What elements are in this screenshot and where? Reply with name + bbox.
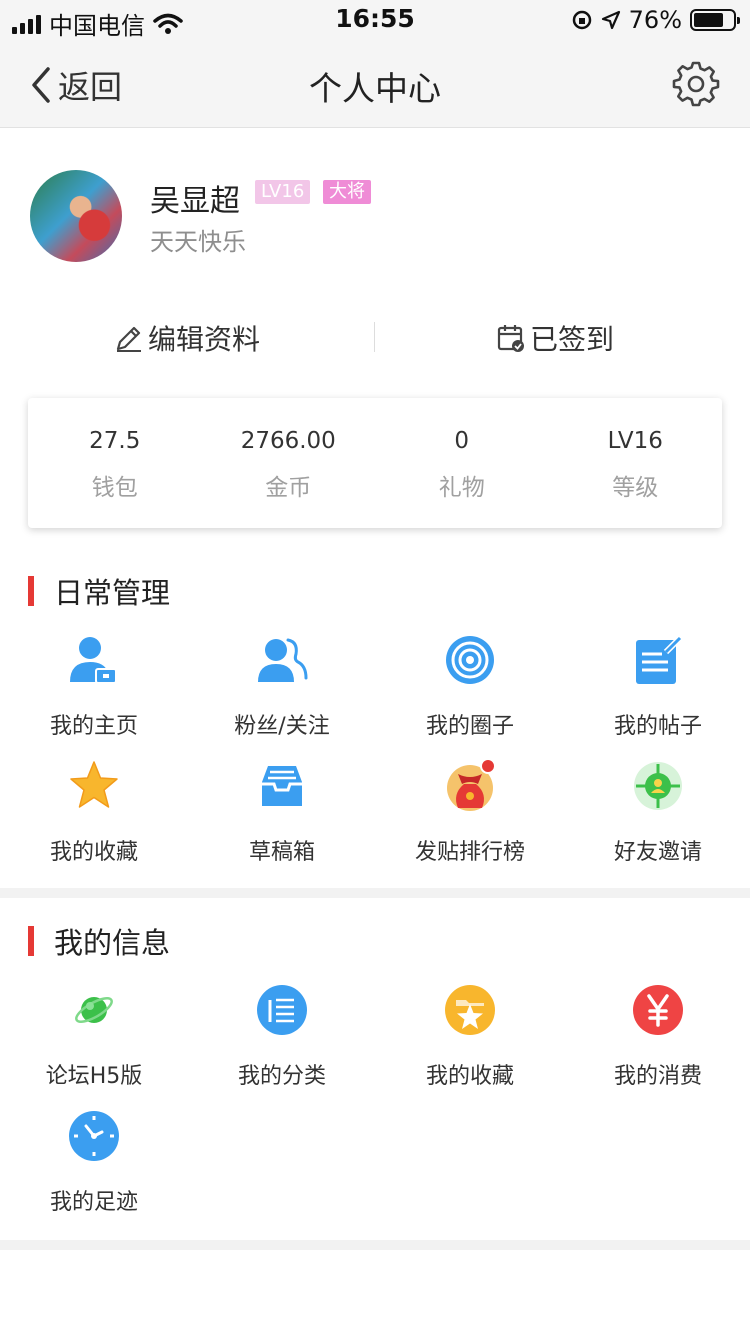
post-edit-icon bbox=[636, 635, 683, 684]
stat-value: LV16 bbox=[607, 428, 663, 454]
menu-my-posts[interactable]: 我的帖子 bbox=[564, 628, 750, 754]
planet-icon bbox=[75, 997, 113, 1023]
section-title-text: 我的信息 bbox=[54, 926, 171, 960]
pencil-icon bbox=[116, 326, 141, 352]
navigation-bar: 返回 个人中心 bbox=[0, 40, 750, 128]
menu-label: 我的消费 bbox=[613, 1064, 702, 1089]
menu-label: 我的主页 bbox=[49, 714, 138, 739]
profile-actions: 编辑资料 已签到 bbox=[0, 308, 750, 368]
menu-label: 我的收藏 bbox=[425, 1064, 514, 1089]
menu-post-ranking[interactable]: 发贴排行榜 bbox=[376, 754, 564, 880]
menu-label: 论坛H5版 bbox=[45, 1064, 143, 1089]
menu-label: 我的收藏 bbox=[49, 840, 138, 865]
profile-section: 吴显超 LV16 大将 天天快乐 编辑资料 已签到 bbox=[0, 128, 750, 388]
stat-label: 金币 bbox=[265, 475, 312, 501]
stat-value: 27.5 bbox=[89, 428, 141, 454]
menu-label: 粉丝/关注 bbox=[234, 714, 330, 739]
menu-label: 草稿箱 bbox=[248, 840, 315, 865]
stats-card: 27.5 钱包 2766.00 金币 0 礼物 LV16 等级 bbox=[28, 398, 722, 528]
checkin-button[interactable]: 已签到 bbox=[496, 308, 614, 368]
page-title: 个人中心 bbox=[309, 69, 441, 108]
circle-icon bbox=[446, 636, 494, 684]
edit-profile-button[interactable]: 编辑资料 bbox=[114, 308, 260, 368]
invite-target-icon bbox=[634, 762, 682, 810]
menu-my-favorites[interactable]: 我的收藏 bbox=[0, 754, 188, 880]
stat-coins[interactable]: 2766.00 金币 bbox=[202, 398, 376, 528]
section-accent-bar bbox=[28, 926, 34, 956]
level-badge: LV16 bbox=[255, 180, 311, 204]
menu-followers[interactable]: 粉丝/关注 bbox=[188, 628, 376, 754]
folder-star-icon bbox=[445, 985, 495, 1035]
stat-wallet[interactable]: 27.5 钱包 bbox=[28, 398, 202, 528]
status-bar: 中国电信 16:55 76% bbox=[0, 0, 750, 40]
settings-gear-icon[interactable] bbox=[672, 60, 720, 108]
user-home-icon bbox=[70, 637, 117, 684]
section-title: 日常管理 bbox=[28, 574, 170, 610]
edit-profile-label: 编辑资料 bbox=[148, 323, 261, 356]
section-accent-bar bbox=[28, 576, 34, 606]
menu-my-circle[interactable]: 我的圈子 bbox=[376, 628, 564, 754]
menu-label: 发贴排行榜 bbox=[414, 840, 525, 865]
stat-gifts[interactable]: 0 礼物 bbox=[375, 398, 549, 528]
stat-label: 礼物 bbox=[438, 475, 485, 501]
daily-management-section: 日常管理 我的主页 粉丝/关注 我的圈子 我的帖子 我的收藏 草稿箱 发贴排行榜… bbox=[0, 548, 750, 888]
stat-label: 等级 bbox=[612, 475, 659, 501]
stat-level[interactable]: LV16 等级 bbox=[549, 398, 723, 528]
avatar[interactable] bbox=[30, 170, 122, 262]
my-info-section: 我的信息 论坛H5版 我的分类 我的收藏 我的消费 我的足迹 bbox=[0, 898, 750, 1240]
checkin-label: 已签到 bbox=[530, 323, 615, 356]
menu-drafts[interactable]: 草稿箱 bbox=[188, 754, 376, 880]
menu-my-spending[interactable]: 我的消费 bbox=[564, 978, 750, 1104]
menu-label: 好友邀请 bbox=[613, 840, 702, 865]
menu-label: 我的圈子 bbox=[425, 714, 514, 739]
user-name: 吴显超 bbox=[150, 184, 240, 219]
battery-icon bbox=[690, 9, 740, 31]
menu-my-homepage[interactable]: 我的主页 bbox=[0, 628, 188, 754]
section-divider bbox=[0, 888, 750, 898]
menu-friend-invite[interactable]: 好友邀请 bbox=[564, 754, 750, 880]
clock-icon bbox=[69, 1111, 119, 1161]
section-divider bbox=[0, 1240, 750, 1250]
menu-forum-h5[interactable]: 论坛H5版 bbox=[0, 978, 188, 1104]
battery-percent: 76% bbox=[628, 6, 682, 34]
menu-label: 我的分类 bbox=[237, 1064, 326, 1089]
yen-icon bbox=[633, 985, 683, 1035]
stat-label: 钱包 bbox=[91, 475, 138, 501]
location-arrow-icon bbox=[601, 10, 620, 30]
calendar-check-icon bbox=[497, 325, 524, 352]
menu-label: 我的足迹 bbox=[49, 1190, 138, 1215]
orientation-lock-icon bbox=[572, 10, 591, 30]
star-icon bbox=[70, 761, 118, 808]
stat-value: 0 bbox=[454, 428, 470, 454]
menu-label: 我的帖子 bbox=[613, 714, 702, 739]
menu-my-collection[interactable]: 我的收藏 bbox=[376, 978, 564, 1104]
action-divider bbox=[374, 322, 375, 352]
menu-my-footprints[interactable]: 我的足迹 bbox=[0, 1104, 188, 1230]
menu-my-categories[interactable]: 我的分类 bbox=[188, 978, 376, 1104]
status-right: 76% bbox=[571, 6, 740, 34]
section-title-text: 日常管理 bbox=[54, 576, 171, 610]
user-motto: 天天快乐 bbox=[150, 228, 246, 256]
rank-badge: 大将 bbox=[323, 180, 371, 204]
section-title: 我的信息 bbox=[28, 924, 170, 960]
followers-icon bbox=[258, 638, 308, 682]
money-bag-icon bbox=[447, 760, 496, 811]
list-icon bbox=[257, 985, 307, 1035]
inbox-tray-icon bbox=[262, 766, 302, 806]
stat-value: 2766.00 bbox=[240, 428, 336, 454]
